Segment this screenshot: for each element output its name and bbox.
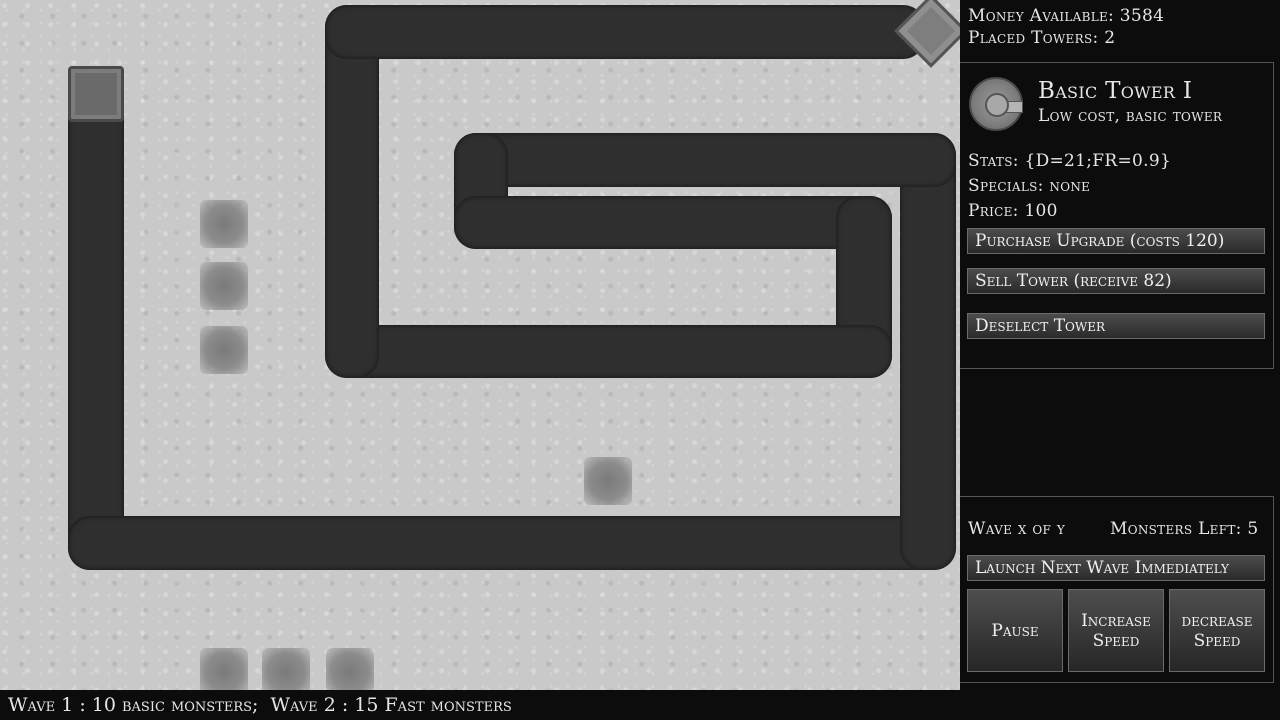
launch-next-wave-button[interactable]: Launch Next Wave Immediately bbox=[967, 555, 1265, 581]
side-panel: Money Available: 3584 Placed Towers: 2 B… bbox=[960, 0, 1280, 690]
tower-placement-spot[interactable] bbox=[200, 262, 248, 310]
tower-price: Price: 100 bbox=[968, 201, 1058, 221]
increase-speed-label: Increase Speed bbox=[1081, 610, 1151, 651]
decrease-speed-label: decrease Speed bbox=[1181, 610, 1253, 651]
purchase-upgrade-button[interactable]: Purchase Upgrade (costs 120) bbox=[967, 228, 1265, 254]
tower-stats: Stats: {D=21;FR=0.9} bbox=[968, 151, 1172, 171]
decrease-speed-button[interactable]: decrease Speed bbox=[1169, 589, 1265, 672]
path-segment bbox=[325, 325, 892, 378]
path-segment bbox=[454, 196, 892, 249]
turret-icon bbox=[969, 77, 1023, 131]
wave-status: Wave x of y bbox=[968, 519, 1066, 539]
monsters-left: Monsters Left: 5 bbox=[1110, 519, 1259, 539]
tower-placement-spot[interactable] bbox=[262, 648, 310, 690]
monster-spawn-gate bbox=[68, 66, 124, 122]
placed-towers: Placed Towers: 2 bbox=[968, 28, 1116, 48]
tower-description: Low cost, basic tower bbox=[1038, 106, 1223, 126]
tower-placement-spot[interactable] bbox=[584, 457, 632, 505]
tower-placement-spot[interactable] bbox=[200, 648, 248, 690]
pause-button[interactable]: Pause bbox=[967, 589, 1063, 672]
increase-speed-button[interactable]: Increase Speed bbox=[1068, 589, 1164, 672]
tower-name: Basic Tower I bbox=[1038, 78, 1193, 104]
path-segment bbox=[454, 133, 956, 187]
path-segment bbox=[325, 5, 925, 59]
path-segment bbox=[325, 5, 379, 378]
tower-placement-spot[interactable] bbox=[200, 200, 248, 248]
game-map[interactable] bbox=[0, 0, 960, 690]
pause-label: Pause bbox=[991, 620, 1039, 641]
wave-info-bar: Wave 1 : 10 basic monsters; Wave 2 : 15 … bbox=[0, 690, 1280, 720]
sell-tower-button[interactable]: Sell Tower (receive 82) bbox=[967, 268, 1265, 294]
path-segment bbox=[68, 516, 956, 570]
deselect-tower-button[interactable]: Deselect Tower bbox=[967, 313, 1265, 339]
tower-placement-spot[interactable] bbox=[200, 326, 248, 374]
money-available: Money Available: 3584 bbox=[968, 6, 1165, 26]
path-segment bbox=[900, 133, 956, 570]
wave-info-text: Wave 1 : 10 basic monsters; Wave 2 : 15 … bbox=[8, 694, 512, 716]
tower-placement-spot[interactable] bbox=[326, 648, 374, 690]
path-segment bbox=[68, 70, 124, 570]
tower-specials: Specials: none bbox=[968, 176, 1091, 196]
